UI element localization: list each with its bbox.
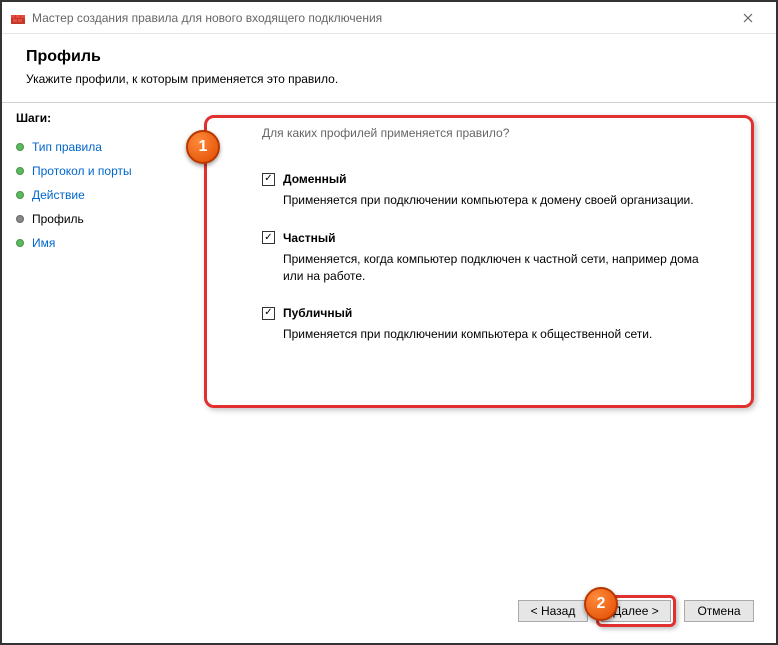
bullet-icon — [16, 167, 24, 175]
annotation-badge-1: 1 — [186, 130, 220, 164]
checkbox-label: Частный — [283, 231, 336, 245]
step-profile[interactable]: Профиль — [16, 207, 178, 231]
bullet-icon — [16, 239, 24, 247]
checkbox-label: Публичный — [283, 306, 352, 320]
bullet-icon — [16, 191, 24, 199]
bullet-icon — [16, 215, 24, 223]
step-name[interactable]: Имя — [16, 231, 178, 255]
bullet-icon — [16, 143, 24, 151]
step-protocol-ports[interactable]: Протокол и порты — [16, 159, 178, 183]
steps-sidebar: Шаги: Тип правила Протокол и порты Дейст… — [2, 103, 192, 585]
page-title: Профиль — [26, 48, 752, 66]
back-button[interactable]: < Назад — [518, 600, 588, 622]
step-label: Тип правила — [32, 140, 102, 154]
titlebar: Мастер создания правила для нового входя… — [2, 2, 776, 34]
profile-private: ✓ Частный Применяется, когда компьютер п… — [262, 231, 721, 285]
profile-public: ✓ Публичный Применяется при подключении … — [262, 306, 721, 343]
step-label: Действие — [32, 188, 85, 202]
wizard-window: Мастер создания правила для нового входя… — [2, 2, 776, 643]
highlight-annotation-1: Для каких профилей применяется правило? … — [204, 115, 754, 408]
step-rule-type[interactable]: Тип правила — [16, 135, 178, 159]
profile-desc: Применяется при подключении компьютера к… — [283, 192, 703, 209]
footer: < Назад Далее > Отмена — [2, 585, 776, 643]
header: Профиль Укажите профили, к которым приме… — [2, 34, 776, 96]
close-icon — [743, 13, 753, 23]
checkbox-private[interactable]: ✓ — [262, 231, 275, 244]
step-label: Профиль — [32, 212, 84, 226]
annotation-badge-2: 2 — [584, 587, 618, 621]
firewall-icon — [10, 10, 26, 26]
checkbox-public[interactable]: ✓ — [262, 307, 275, 320]
step-label: Протокол и порты — [32, 164, 132, 178]
checkbox-domain[interactable]: ✓ — [262, 173, 275, 186]
step-action[interactable]: Действие — [16, 183, 178, 207]
step-label: Имя — [32, 236, 55, 250]
profiles-question: Для каких профилей применяется правило? — [262, 126, 721, 140]
content-panel: Для каких профилей применяется правило? … — [192, 103, 776, 585]
close-button[interactable] — [728, 4, 768, 32]
profile-domain: ✓ Доменный Применяется при подключении к… — [262, 172, 721, 209]
checkbox-label: Доменный — [283, 172, 347, 186]
window-title: Мастер создания правила для нового входя… — [32, 11, 728, 25]
cancel-button[interactable]: Отмена — [684, 600, 754, 622]
steps-label: Шаги: — [16, 111, 178, 125]
page-subtitle: Укажите профили, к которым применяется э… — [26, 72, 752, 86]
profile-desc: Применяется, когда компьютер подключен к… — [283, 251, 703, 285]
profile-desc: Применяется при подключении компьютера к… — [283, 326, 703, 343]
